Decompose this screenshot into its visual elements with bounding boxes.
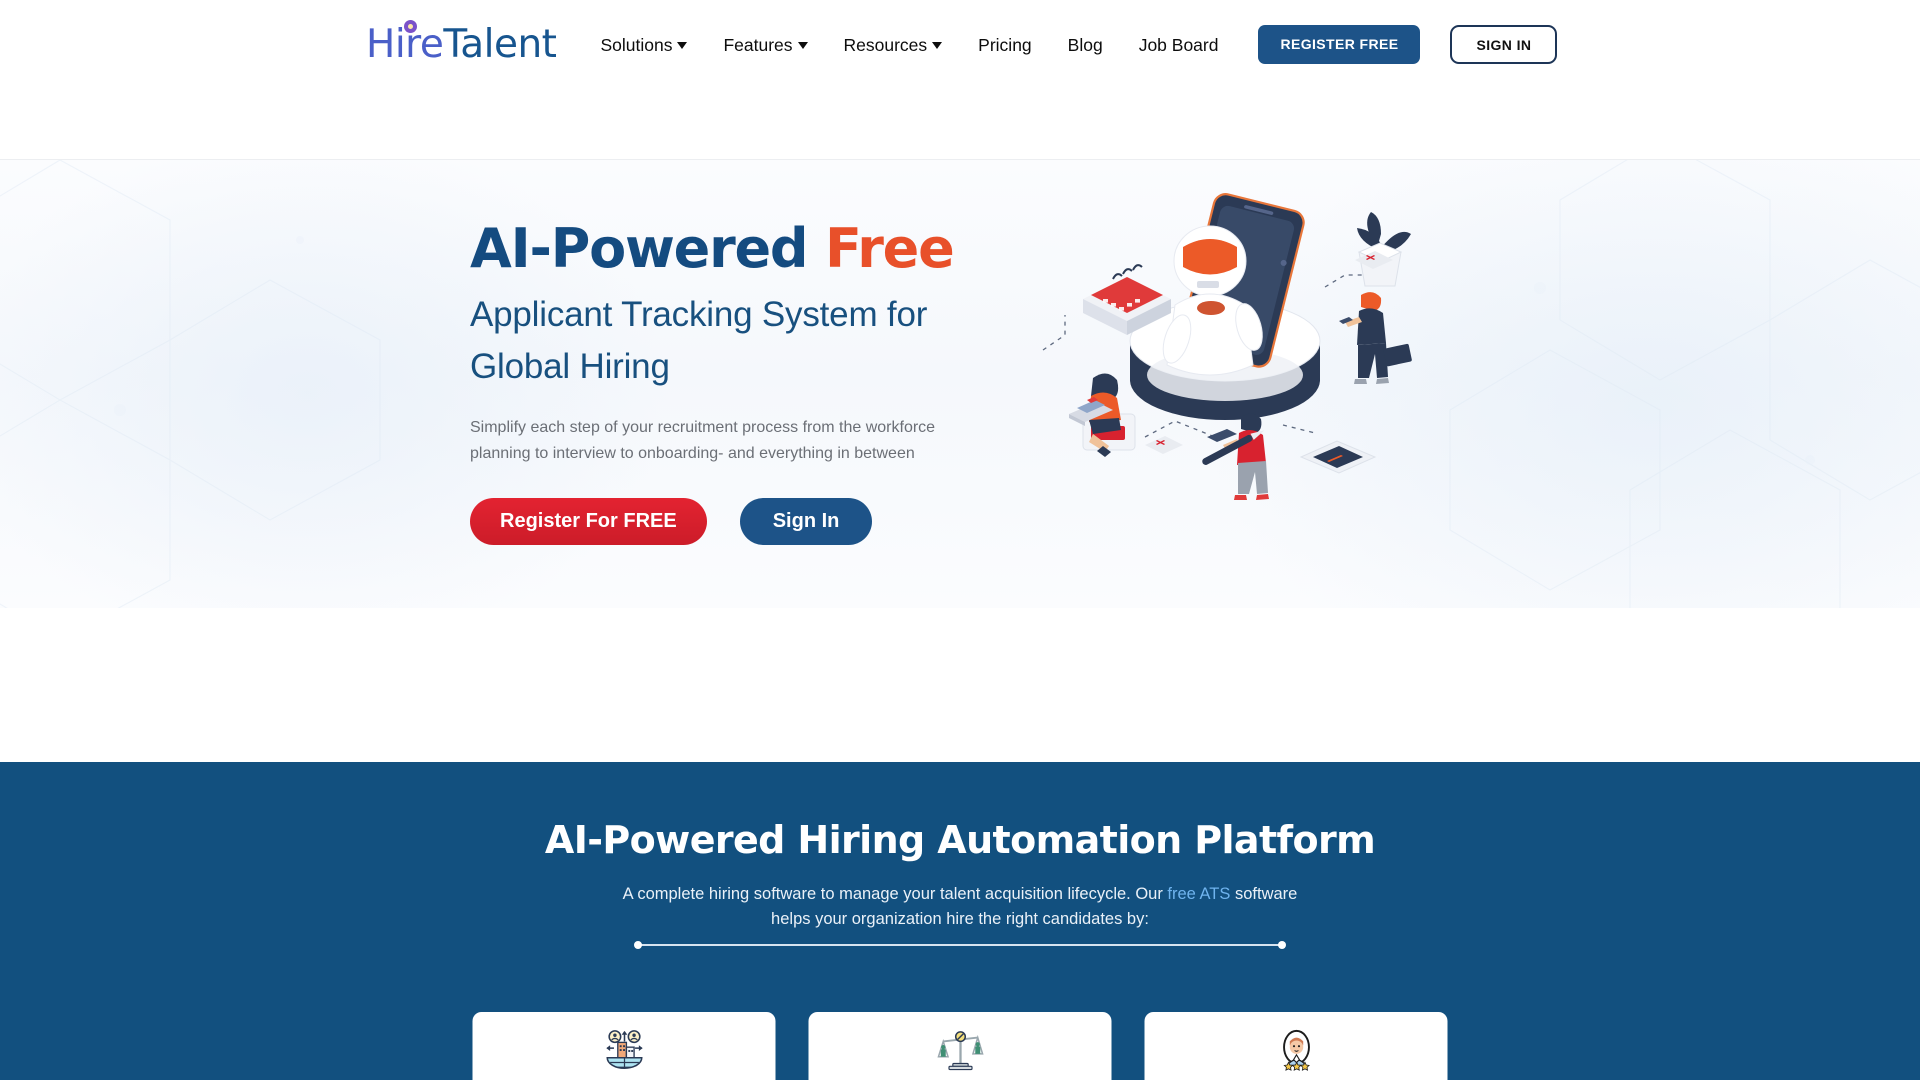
header-register-free-button[interactable]: REGISTER FREE	[1258, 25, 1421, 64]
feature-card-global-distribution[interactable]: Globally distributing your jobs to	[472, 1012, 776, 1080]
nav-item-pricing[interactable]: Pricing	[960, 25, 1050, 65]
white-spacer	[0, 608, 1920, 762]
nav-item-resources[interactable]: Resources	[826, 25, 961, 65]
hero-register-for-free-button[interactable]: Register For FREE	[470, 498, 707, 545]
nav-label-blog: Blog	[1067, 34, 1103, 55]
global-job-distribution-icon	[605, 1030, 643, 1070]
nav-label-solutions: Solutions	[600, 34, 673, 55]
section-paragraph-part1: A complete hiring software to manage you…	[622, 885, 1168, 903]
nav-item-blog[interactable]: Blog	[1050, 25, 1121, 65]
hero-heading-highlight: Free	[825, 217, 955, 280]
site-logo[interactable]: Hire Talent	[366, 20, 557, 67]
chevron-down-icon	[797, 42, 808, 49]
nav-item-job-board[interactable]: Job Board	[1121, 25, 1237, 65]
feature-card-hiring-process[interactable]: Make your hiring process	[808, 1012, 1112, 1080]
section-heading: AI-Powered Hiring Automation Platform	[544, 818, 1376, 862]
hero-heading-main: AI-Powered	[470, 217, 825, 280]
header-sign-in-button[interactable]: SIGN IN	[1450, 25, 1558, 64]
header-inner: HireTalent Solutions Features Resources	[366, 20, 1558, 67]
hero-sign-in-button[interactable]: Sign In	[739, 498, 873, 545]
automation-platform-section: AI-Powered Hiring Automation Platform A …	[0, 762, 1920, 1080]
nav-label-pricing: Pricing	[978, 34, 1032, 55]
balance-scale-fairness-icon	[937, 1031, 983, 1071]
free-ats-link[interactable]: free ATS	[1167, 885, 1230, 903]
section-paragraph: A complete hiring software to manage you…	[610, 882, 1310, 932]
site-header: HireTalent Solutions Features Resources	[0, 0, 1920, 160]
hero-paragraph: Simplify each step of your recruitment p…	[470, 419, 936, 462]
carousel-dot-end[interactable]	[1278, 941, 1286, 949]
page-root: HireTalent Solutions Features Resources	[0, 0, 1920, 1080]
isometric-ai-recruitment-illustration	[1042, 193, 1412, 500]
carousel-progress-track[interactable]	[634, 941, 1286, 949]
nav-label-job-board: Job Board	[1138, 34, 1219, 55]
feature-card-list: Globally distributing your jobs to	[472, 1012, 1448, 1080]
chevron-down-icon	[677, 42, 688, 49]
nav-label-resources: Resources	[843, 34, 928, 55]
chevron-down-icon	[932, 42, 943, 49]
nav-item-features[interactable]: Features	[705, 25, 825, 65]
carousel-dot-start[interactable]	[634, 941, 642, 949]
hero-section: AI-Powered Free Applicant Tracking Syste…	[0, 160, 1920, 608]
logo-text-talent: Talent	[443, 22, 557, 67]
candidate-rating-icon	[1282, 1029, 1310, 1071]
main-navigation: Solutions Features Resources Pricing Blo…	[582, 25, 1236, 65]
nav-label-features: Features	[723, 34, 793, 55]
hero-subheading: Applicant Tracking System for Global Hir…	[470, 295, 928, 386]
person-avatar-icon	[404, 20, 417, 33]
hero-content: AI-Powered Free Applicant Tracking Syste…	[470, 217, 1090, 545]
hero-cta-group: Register For FREE Sign In	[470, 498, 1090, 545]
hero-heading: AI-Powered Free	[470, 217, 1090, 281]
nav-item-solutions[interactable]: Solutions	[582, 25, 705, 65]
feature-card-candidate-experience[interactable]: Providing a great candidate	[1144, 1012, 1448, 1080]
